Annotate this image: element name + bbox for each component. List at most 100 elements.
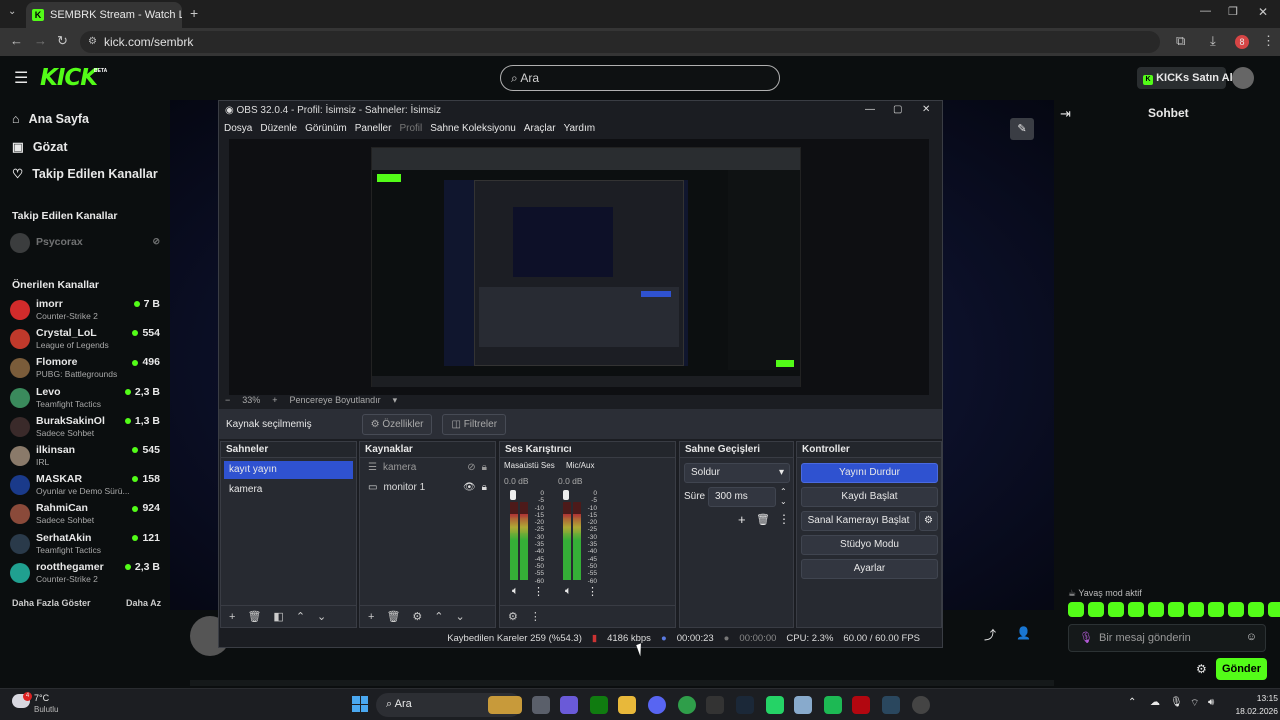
browser-tab[interactable]: K SEMBRK Stream - Watch Live o ✕ — [26, 2, 182, 28]
minimize-icon[interactable]: — — [1200, 5, 1211, 17]
obs-icon[interactable] — [912, 696, 930, 714]
search-input[interactable]: ⌕ Ara — [500, 65, 780, 91]
followed-channel[interactable]: Psycorax ⊘ — [10, 230, 160, 258]
channel-menu-icon[interactable]: ⋮ — [533, 585, 544, 598]
speaker-icon[interactable]: 🔈︎ — [565, 585, 572, 598]
speaker-icon[interactable]: 🔈︎ — [512, 585, 519, 598]
obs-menu-item[interactable]: Görünüm — [305, 123, 347, 137]
menu-dots-icon[interactable]: ⋮ — [1262, 33, 1275, 49]
wifi-icon[interactable]: ⌔ — [1190, 697, 1199, 710]
copilot-icon[interactable] — [560, 696, 578, 714]
obs-menu-item[interactable]: Paneller — [355, 123, 392, 137]
mixer-menu-icon[interactable]: ⋮ — [530, 610, 541, 623]
obs-maximize-icon[interactable]: ▢ — [893, 104, 902, 115]
edit-pencil-icon[interactable]: ✎ — [1010, 118, 1034, 140]
mic-icon[interactable]: 🎙︎ — [1079, 631, 1093, 644]
recommended-channel[interactable]: Flomore PUBG: Battlegrounds 496 — [10, 355, 160, 383]
new-tab-icon[interactable]: + — [190, 5, 198, 21]
share-icon[interactable]: ⤴ — [984, 626, 996, 643]
emote-icon[interactable] — [1148, 602, 1164, 617]
transition-menu-icon[interactable]: ⋮ — [778, 512, 790, 526]
start-recording-button[interactable]: Kaydı Başlat — [801, 487, 938, 507]
chrome-icon[interactable] — [678, 696, 696, 714]
chat-input[interactable]: 🎙︎ Bir mesaj gönderin ☺ — [1068, 624, 1266, 652]
zoom-out-icon[interactable]: − — [225, 395, 230, 407]
source-settings-icon[interactable]: ⚙ — [412, 610, 422, 623]
recommended-channel[interactable]: imorr Counter-Strike 2 7 B — [10, 297, 160, 325]
recommended-channel[interactable]: rootthegamer Counter-Strike 2 2,3 B — [10, 560, 160, 588]
obs-menu-item[interactable]: Dosya — [224, 123, 252, 137]
duration-input[interactable]: 300 ms — [708, 487, 776, 507]
transition-select[interactable]: Soldur ▾ — [684, 463, 790, 483]
obs-menu-item[interactable]: Profil — [399, 123, 422, 137]
site-info-icon[interactable]: ⚙ — [88, 36, 97, 47]
emoji-icon[interactable]: ☺ — [1246, 631, 1257, 643]
obs-minimize-icon[interactable]: — — [865, 104, 875, 115]
scene-item[interactable]: kamera — [224, 481, 353, 499]
send-button[interactable]: Gönder — [1216, 658, 1267, 680]
xbox-icon[interactable] — [590, 696, 608, 714]
hamburger-menu-icon[interactable]: ☰ — [14, 68, 28, 88]
show-less-button[interactable]: Daha Az — [126, 598, 161, 608]
reload-icon[interactable]: ↻ — [57, 33, 68, 49]
obs-menu-item[interactable]: Yardım — [564, 123, 596, 137]
emote-icon[interactable] — [1268, 602, 1280, 617]
steam-app-icon[interactable] — [882, 696, 900, 714]
lock-icon[interactable]: 🔒︎ — [482, 462, 487, 474]
move-up-icon[interactable]: ⌃ — [296, 610, 305, 623]
obs-preview[interactable] — [229, 139, 929, 395]
nav-home[interactable]: ⌂ Ana Sayfa — [12, 112, 89, 126]
emote-icon[interactable] — [1228, 602, 1244, 617]
notepad-icon[interactable] — [794, 696, 812, 714]
nav-browse[interactable]: ▣ Gözat — [12, 139, 68, 155]
obs-menu-item[interactable]: Araçlar — [524, 123, 556, 137]
recommended-channel[interactable]: Levo Teamfight Tactics 2,3 B — [10, 385, 160, 413]
profile-avatar[interactable]: 8 — [1235, 35, 1249, 49]
zoom-in-icon[interactable]: + — [272, 395, 277, 407]
close-window-icon[interactable]: ✕ — [1258, 5, 1268, 19]
filters-button[interactable]: ◫ Filtreler — [442, 413, 507, 435]
stepper-up-icon[interactable]: ⌃ — [780, 487, 787, 496]
obs-menu-item[interactable]: Düzenle — [260, 123, 297, 137]
task-view-icon[interactable] — [532, 696, 550, 714]
move-down-icon[interactable]: ⌄ — [317, 610, 326, 623]
whatsapp-icon[interactable] — [766, 696, 784, 714]
explorer-icon[interactable] — [618, 696, 636, 714]
download-icon[interactable]: ⤓ — [1210, 33, 1216, 49]
obs-menu-item[interactable]: Sahne Koleksiyonu — [430, 123, 516, 137]
recommended-channel[interactable]: ilkinsan IRL 545 — [10, 443, 160, 471]
properties-button[interactable]: ⚙ Özellikler — [361, 413, 433, 435]
stepper-down-icon[interactable]: ⌄ — [780, 497, 787, 506]
start-virtual-camera-button[interactable]: Sanal Kamerayı Başlat — [801, 511, 916, 531]
hidden-eye-icon[interactable]: ⊘ — [467, 462, 475, 474]
tab-list-icon[interactable]: ⌄ — [8, 6, 16, 17]
forward-icon[interactable]: → — [34, 33, 47, 48]
onedrive-icon[interactable]: ☁ — [1150, 697, 1160, 708]
settings-button[interactable]: Ayarlar — [801, 559, 938, 579]
address-bar[interactable]: kick.com/sembrk — [80, 31, 1160, 53]
emote-icon[interactable] — [1108, 602, 1124, 617]
recommended-channel[interactable]: Crystal_LoL League of Legends 554 — [10, 326, 160, 354]
kicks-buy-button[interactable]: K KICKs Satın Al — [1137, 67, 1233, 89]
emote-icon[interactable] — [1128, 602, 1144, 617]
extensions-icon[interactable]: ⧉ — [1176, 33, 1185, 49]
nav-following[interactable]: ♡ Takip Edilen Kanallar — [12, 166, 158, 182]
emote-icon[interactable] — [1248, 602, 1264, 617]
emote-icon[interactable] — [1168, 602, 1184, 617]
collapse-chat-icon[interactable]: ⇥ — [1060, 106, 1071, 122]
recommended-channel[interactable]: MASKAR Oyunlar ve Demo Sürü... 158 — [10, 472, 160, 500]
tray-chevron-icon[interactable]: ⌃ — [1128, 697, 1136, 708]
fit-to-window[interactable]: Pencereye Boyutlandır — [290, 395, 381, 407]
recommended-channel[interactable]: RahmiCan Sadece Sohbet 924 — [10, 501, 160, 529]
widgets-icon[interactable] — [488, 696, 522, 714]
trash-icon[interactable]: 🗑 — [756, 513, 770, 526]
emote-icon[interactable] — [1208, 602, 1224, 617]
recommended-channel[interactable]: SerhatAkin Teamfight Tactics 121 — [10, 531, 160, 559]
volume-slider[interactable] — [563, 490, 569, 500]
add-icon[interactable]: + — [738, 512, 746, 527]
add-icon[interactable]: + — [368, 611, 374, 623]
volume-slider[interactable] — [510, 490, 516, 500]
user-avatar[interactable] — [1232, 67, 1254, 89]
volume-icon[interactable]: 🔊︎ — [1208, 697, 1214, 708]
clock[interactable]: 13:15 18.02.2026 — [1230, 693, 1278, 716]
